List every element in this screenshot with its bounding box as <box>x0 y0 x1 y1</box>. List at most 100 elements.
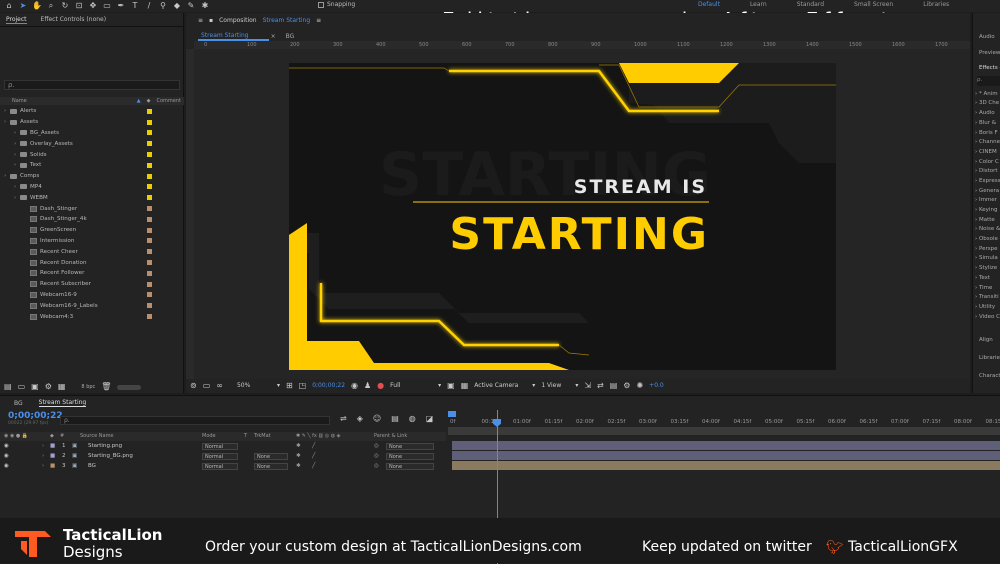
label-color-swatch[interactable] <box>147 141 152 146</box>
quality-switch-icon[interactable]: ╱ <box>312 463 315 469</box>
comp-menu-icon[interactable]: ≡ <box>316 17 321 24</box>
t-header[interactable]: T <box>244 433 247 439</box>
label-color-swatch[interactable] <box>147 206 152 211</box>
clone-stamp-tool-icon[interactable]: ⚲ <box>158 1 168 11</box>
effects-category[interactable]: › Blur & <box>973 119 1000 129</box>
quality-switch-icon[interactable]: ╱ <box>312 453 315 459</box>
effects-category[interactable]: › Perspe <box>973 245 1000 255</box>
label-color-swatch[interactable] <box>147 195 152 200</box>
scene-canvas[interactable]: STARTING STREAM IS STARTING <box>289 63 836 370</box>
panel-character[interactable]: Charact <box>973 372 1000 382</box>
project-item[interactable]: GreenScreen <box>0 225 184 236</box>
draft-3d-icon[interactable]: ◈ <box>357 414 363 424</box>
tab-bg-timeline[interactable]: BG <box>14 400 23 407</box>
time-ruler[interactable]: 0f00:15f01:00f01:15f02:00f02:15f03:00f03… <box>448 411 1000 426</box>
workspace-learn[interactable]: Learn <box>750 1 767 8</box>
chevron-down-icon[interactable]: ▾ <box>575 382 578 389</box>
effects-category[interactable]: › Text <box>973 274 1000 284</box>
effects-category[interactable]: › Video C <box>973 313 1000 323</box>
close-tab-icon[interactable]: × <box>271 33 276 40</box>
chevron-down-icon[interactable]: ▾ <box>532 382 535 389</box>
name-column-header[interactable]: Name <box>12 98 27 104</box>
effects-category[interactable]: › Simula <box>973 254 1000 264</box>
project-item[interactable]: ›MP4 <box>0 182 184 193</box>
parent-pick-whip-icon[interactable]: ◎ <box>374 463 379 469</box>
layer-name[interactable]: Starting_BG.png <box>88 453 133 459</box>
show-snapshot-icon[interactable]: ♟ <box>364 381 371 391</box>
effects-category[interactable]: › 3D Che <box>973 99 1000 109</box>
project-item[interactable]: ›Text <box>0 160 184 171</box>
color-channel-icon[interactable]: ● <box>377 381 384 391</box>
workspace-small-screen[interactable]: Small Screen <box>854 1 893 8</box>
layer-row[interactable]: ◉›■3▣BG✱╱◎NormalNoneNone <box>0 462 446 472</box>
new-folder-icon[interactable]: ▭ <box>18 382 26 392</box>
effects-category[interactable]: › Obsole <box>973 235 1000 245</box>
blend-mode-select[interactable]: Normal <box>202 453 238 460</box>
always-preview-icon[interactable]: ⊚ <box>190 381 197 391</box>
tab-bg[interactable]: BG <box>286 33 295 40</box>
frame-blend-icon[interactable]: ▤ <box>391 414 399 424</box>
effects-category[interactable]: › Distort <box>973 167 1000 177</box>
camera-select[interactable]: Active Camera <box>474 382 526 389</box>
grid-icon[interactable]: ⊞ <box>286 381 293 391</box>
trkmat-header[interactable]: TrkMat <box>254 433 271 439</box>
label-color-swatch[interactable] <box>147 303 152 308</box>
pan-behind-tool-icon[interactable]: ✥ <box>88 1 98 11</box>
blend-mode-select[interactable]: Normal <box>202 463 238 470</box>
motion-blur-icon[interactable]: ◍ <box>409 414 416 424</box>
workspace-libraries[interactable]: Libraries <box>923 1 949 8</box>
project-item[interactable]: Webcam16-9_Labels <box>0 300 184 311</box>
view-layout-select[interactable]: 1 View <box>541 382 569 389</box>
work-area-bar[interactable] <box>448 427 1000 435</box>
project-settings-icon[interactable]: ▦ <box>58 382 66 392</box>
resolution-select[interactable]: Full <box>390 382 432 389</box>
effects-category[interactable]: › Channe <box>973 138 1000 148</box>
visibility-eye-icon[interactable]: ◉ <box>4 453 9 459</box>
zoom-select[interactable]: 50% <box>237 382 271 389</box>
new-comp-icon[interactable]: ▣ <box>31 382 39 392</box>
parent-pick-whip-icon[interactable]: ◎ <box>374 453 379 459</box>
effects-category[interactable]: › Keying <box>973 206 1000 216</box>
label-color-swatch[interactable] <box>147 292 152 297</box>
sort-arrow-icon[interactable]: ▲ <box>137 98 141 104</box>
panel-libraries[interactable]: Libraries <box>973 354 1000 364</box>
parent-select[interactable]: None <box>386 443 434 450</box>
visibility-eye-icon[interactable]: ◉ <box>4 463 9 469</box>
snapshot-icon[interactable]: ◉ <box>351 381 358 391</box>
chevron-down-icon[interactable]: ▾ <box>277 382 280 389</box>
effects-category[interactable]: › Transiti <box>973 293 1000 303</box>
tab-project[interactable]: Project <box>6 16 27 24</box>
shy-icon[interactable]: ☺ <box>373 414 381 424</box>
camera-tool-icon[interactable]: ⊡ <box>74 1 84 11</box>
project-item[interactable]: Dash_Stinger <box>0 203 184 214</box>
tab-stream-starting[interactable]: Stream Starting <box>198 32 269 41</box>
workspace-standard[interactable]: Standard <box>797 1 824 8</box>
source-name-header[interactable]: Source Name <box>80 433 114 439</box>
flowchart-icon[interactable]: ▤ <box>610 381 618 391</box>
effects-category[interactable]: › Stylize <box>973 264 1000 274</box>
label-color-swatch[interactable] <box>147 249 152 254</box>
brush-tool-icon[interactable]: / <box>144 1 154 11</box>
workspace-default[interactable]: Default <box>698 1 720 8</box>
mask-icon[interactable]: ◳ <box>299 381 307 391</box>
parent-link-header[interactable]: Parent & Link <box>374 433 407 439</box>
effects-category[interactable]: › Boris F <box>973 129 1000 139</box>
timeline-timecode[interactable]: 0;00;00;22 <box>8 411 63 421</box>
project-item[interactable]: Dash_Stinger_4k <box>0 214 184 225</box>
work-area-start-icon[interactable] <box>448 411 456 417</box>
layer-duration-bar[interactable] <box>452 441 1000 450</box>
label-color-swatch[interactable] <box>147 120 152 125</box>
layer-row[interactable]: ◉›■2▣Starting_BG.png✱╱◎NormalNoneNone <box>0 452 446 462</box>
fast-preview-icon[interactable]: ⚙ <box>623 381 630 391</box>
effects-category[interactable]: › Color C <box>973 158 1000 168</box>
label-color-swatch[interactable] <box>147 174 152 179</box>
label-color-swatch[interactable] <box>147 271 152 276</box>
expand-layer-icon[interactable]: › <box>42 453 44 459</box>
label-color-swatch[interactable] <box>147 238 152 243</box>
rotate-tool-icon[interactable]: ↻ <box>60 1 70 11</box>
label-color-swatch[interactable] <box>147 217 152 222</box>
project-item[interactable]: ›Overlay_Assets <box>0 138 184 149</box>
lock-icon[interactable]: ▪ <box>209 17 213 24</box>
parent-select[interactable]: None <box>386 453 434 460</box>
tab-effect-controls[interactable]: Effect Controls (none) <box>41 16 107 23</box>
